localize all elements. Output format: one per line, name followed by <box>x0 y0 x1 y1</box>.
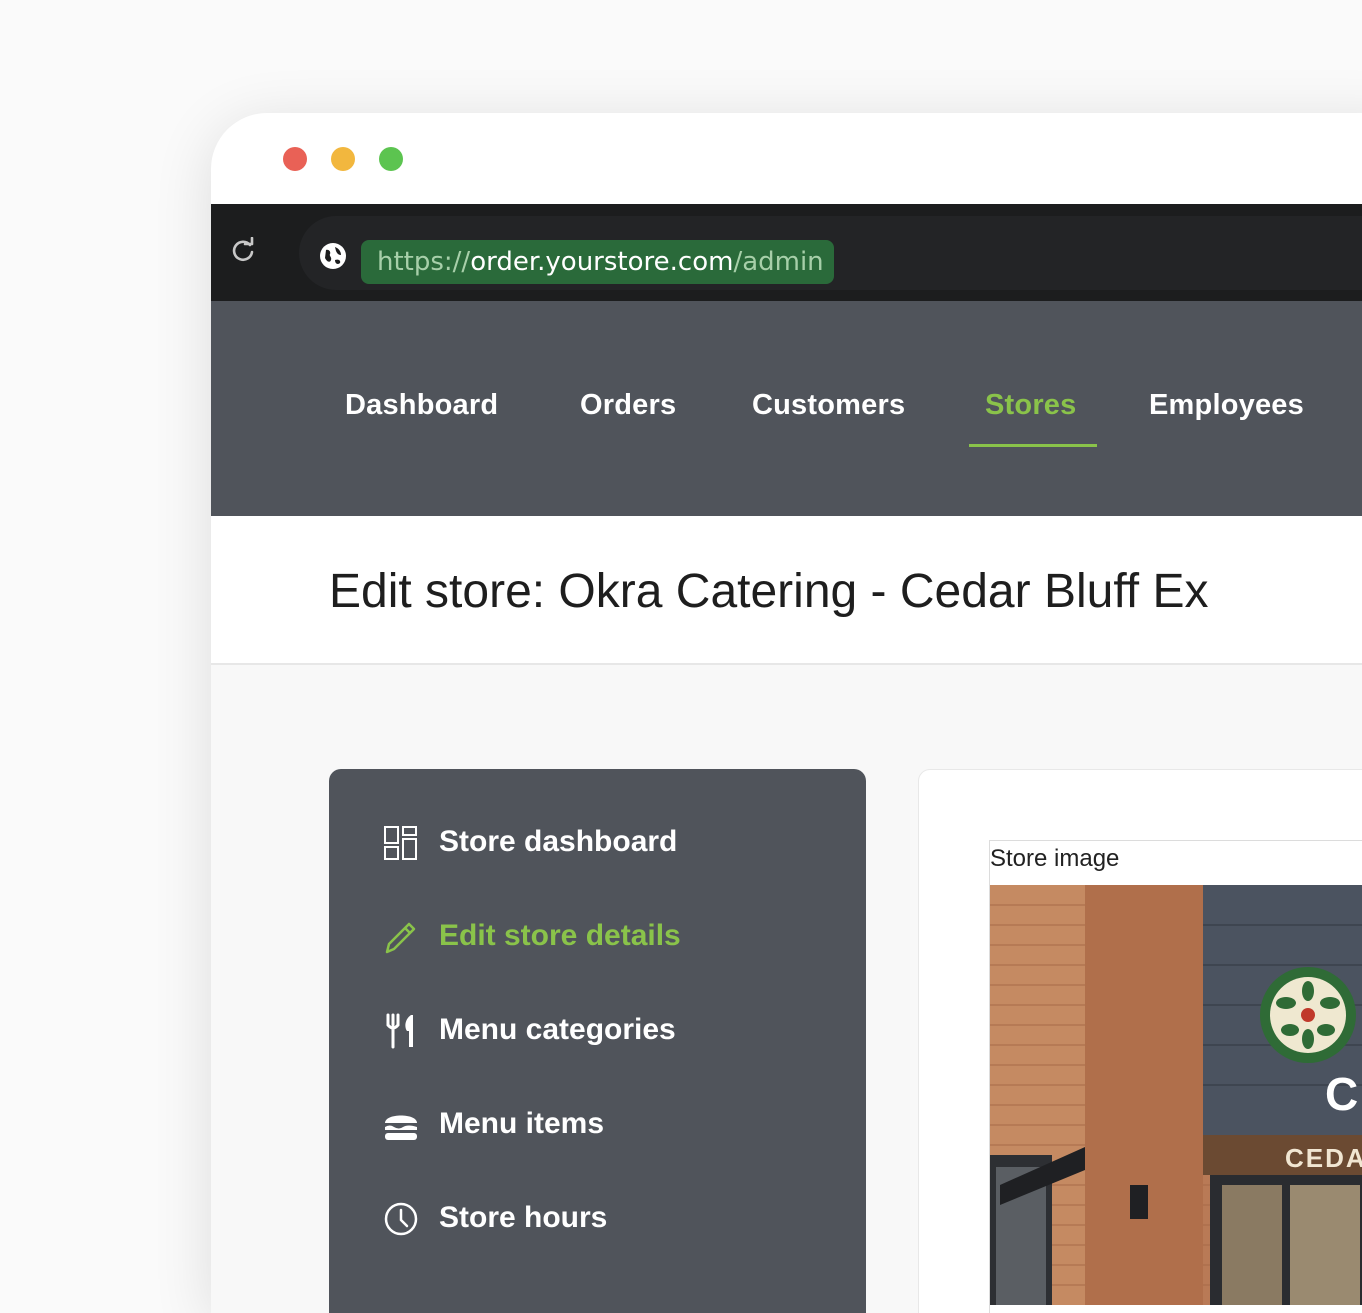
nav-item-employees[interactable]: Employees <box>1149 389 1304 422</box>
globe-icon <box>320 243 346 269</box>
sidebar-item-label: Menu items <box>439 1107 605 1140</box>
store-details-card: Store image C CEDA <box>918 769 1362 1313</box>
page-header: Edit store: Okra Catering - Cedar Bluff … <box>211 516 1362 665</box>
pencil-icon <box>385 922 416 954</box>
minimize-window-button[interactable] <box>331 147 355 171</box>
sidebar-item-label: Menu categories <box>439 1013 676 1046</box>
page-title: Edit store: Okra Catering - Cedar Bluff … <box>329 565 1209 618</box>
store-sign-letter: C <box>1325 1068 1358 1120</box>
store-sidebar: Store dashboard Edit store details Menu … <box>329 769 866 1313</box>
sidebar-item-label: Store hours <box>439 1201 608 1234</box>
browser-window: https://order.yourstore.com/admin Dashbo… <box>211 113 1362 1313</box>
url-host: order.yourstore.com <box>470 247 734 277</box>
utensils-icon <box>386 1013 413 1049</box>
active-nav-indicator <box>969 444 1097 447</box>
sidebar-item-label: Store dashboard <box>439 825 678 858</box>
url-path: /admin <box>733 247 824 277</box>
top-navigation: Dashboard Orders Customers Stores Employ… <box>211 301 1362 516</box>
url-text[interactable]: https://order.yourstore.com/admin <box>361 240 834 284</box>
nav-item-customers[interactable]: Customers <box>752 389 905 422</box>
url-scheme: https:// <box>377 247 471 277</box>
main-content: Store dashboard Edit store details Menu … <box>211 665 1362 1313</box>
browser-toolbar: https://order.yourstore.com/admin <box>211 204 1362 301</box>
reload-icon[interactable] <box>229 237 257 265</box>
clock-icon <box>384 1202 418 1236</box>
nav-item-orders[interactable]: Orders <box>580 389 676 422</box>
store-image-label: Store image <box>990 845 1120 872</box>
address-bar[interactable]: https://order.yourstore.com/admin <box>299 216 1362 290</box>
nav-item-stores[interactable]: Stores <box>985 389 1076 422</box>
store-sign-text: CEDA <box>1285 1143 1362 1173</box>
burger-icon <box>385 1115 417 1140</box>
store-image[interactable]: C CEDA <box>990 885 1362 1305</box>
maximize-window-button[interactable] <box>379 147 403 171</box>
grid-icon <box>384 826 417 860</box>
store-image-field[interactable]: Store image C CEDA <box>989 840 1362 1313</box>
nav-item-dashboard[interactable]: Dashboard <box>345 389 498 422</box>
close-window-button[interactable] <box>283 147 307 171</box>
sidebar-item-label: Edit store details <box>439 919 681 952</box>
